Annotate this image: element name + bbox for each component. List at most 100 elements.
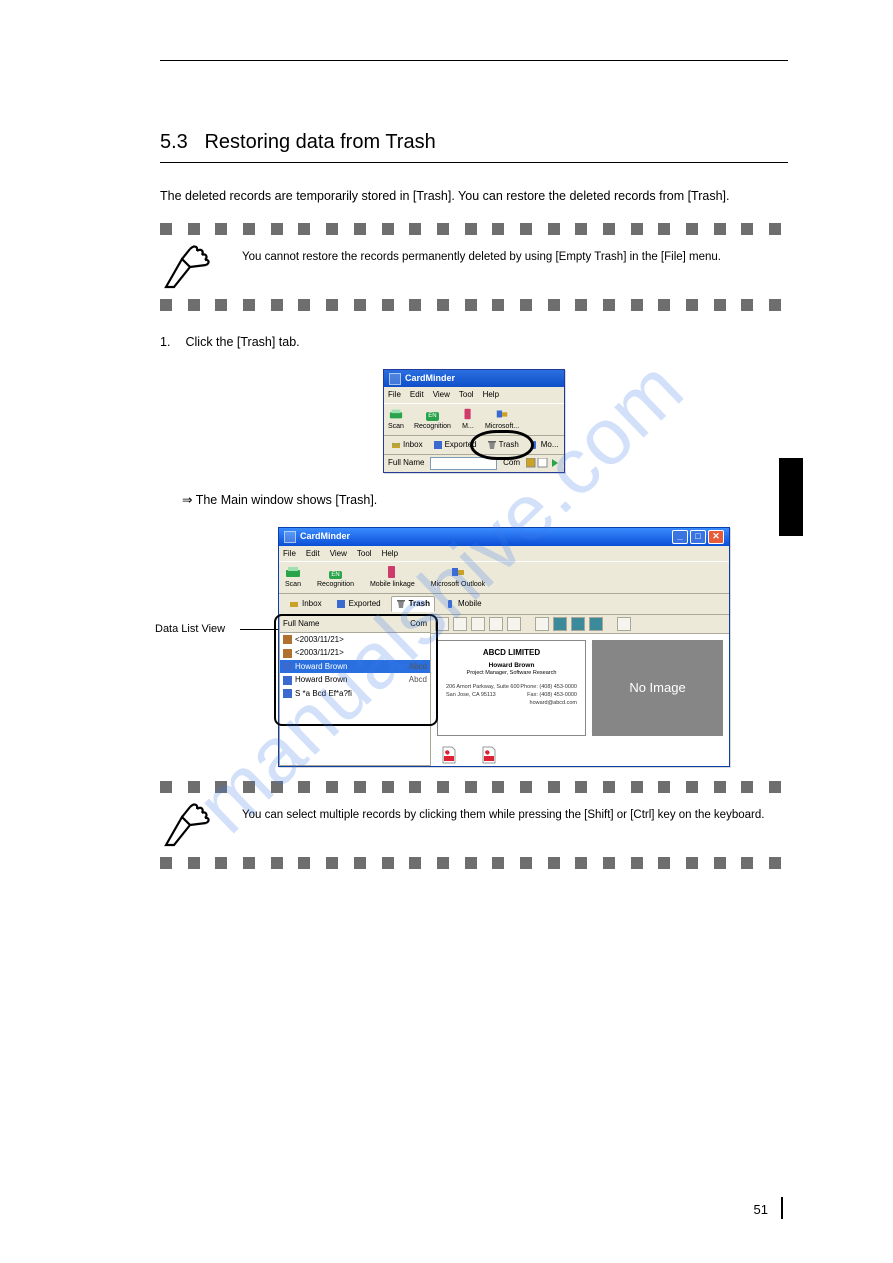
menu-view[interactable]: View <box>330 548 347 560</box>
list-item-selected[interactable]: Howard BrownAbcd <box>280 660 430 674</box>
zoom-out-icon[interactable] <box>507 617 521 631</box>
hint-2-text: You can select multiple records by click… <box>242 801 764 824</box>
card-addr1: 206 Amort Parkway, Suite 600 <box>446 684 520 692</box>
trash-icon <box>396 599 406 609</box>
imgbar-button[interactable] <box>535 617 549 631</box>
close-button[interactable]: ✕ <box>708 530 724 544</box>
row-name: <2003/11/21> <box>295 647 344 659</box>
card-fax: Fax: (408) 453-0000 <box>520 692 577 700</box>
menu-file[interactable]: File <box>388 389 401 401</box>
mock1-menubar[interactable]: File Edit View Tool Help <box>384 387 564 403</box>
image-toolbar <box>431 615 729 634</box>
business-card-back: No Image <box>592 640 723 736</box>
imgbar-button[interactable] <box>553 617 567 631</box>
list-item[interactable]: <2003/11/21> <box>280 646 430 660</box>
list-item[interactable]: <2003/11/21> <box>280 633 430 647</box>
recognition-badge: EN <box>329 571 341 580</box>
tab-trash[interactable]: Trash <box>484 438 522 452</box>
outlook-icon <box>450 565 466 579</box>
imgbar-button[interactable] <box>435 617 449 631</box>
list-item[interactable]: Howard BrownAbcd <box>280 673 430 687</box>
imgbar-button[interactable] <box>453 617 467 631</box>
tab-trash[interactable]: Trash <box>391 596 435 612</box>
mock1-tabbar: Inbox Exported Trash Mo... <box>384 436 564 455</box>
menu-file[interactable]: File <box>283 548 296 560</box>
page-number: 51 <box>754 1202 768 1217</box>
menu-edit[interactable]: Edit <box>306 548 320 560</box>
tab-exported[interactable]: Exported <box>332 597 385 611</box>
imgbar-button[interactable] <box>471 617 485 631</box>
tab-mobile[interactable]: Mo... <box>526 438 562 452</box>
tab-exported[interactable]: Exported <box>430 438 480 452</box>
status-right: Com <box>503 457 520 469</box>
device-icon <box>384 565 400 579</box>
recognition-badge: EN <box>426 412 438 421</box>
page-top-rule <box>160 60 788 61</box>
imgbar-button[interactable] <box>589 617 603 631</box>
mock1-titlebar: CardMinder <box>384 370 564 387</box>
inbox-icon <box>289 599 299 609</box>
menu-view[interactable]: View <box>433 389 450 401</box>
row-name: Howard Brown <box>295 661 347 673</box>
pdf-icon[interactable] <box>441 746 457 764</box>
pdf-icon[interactable] <box>481 746 497 764</box>
menu-tool[interactable]: Tool <box>357 548 372 560</box>
tb-scan[interactable]: Scan <box>285 565 301 590</box>
card-icon <box>283 689 292 698</box>
section-number: 5.3 <box>160 131 188 153</box>
hint-divider-top <box>160 223 788 235</box>
tb-recognition[interactable]: EN Recognition <box>414 412 451 432</box>
status-field[interactable] <box>430 457 497 470</box>
business-card-front: ABCD LIMITED Howard Brown Project Manage… <box>437 640 586 736</box>
callout-line <box>240 629 280 630</box>
card-company: ABCD LIMITED <box>446 647 577 659</box>
step-1-number: 1. <box>160 333 182 351</box>
outlook-icon <box>495 407 509 421</box>
imgbar-button[interactable] <box>571 617 585 631</box>
status-label: Full Name <box>388 457 424 469</box>
data-list-view[interactable]: Full Name Com <2003/11/21> <2003/11/21> … <box>279 615 431 766</box>
menu-edit[interactable]: Edit <box>410 389 424 401</box>
list-item[interactable]: S *a Bcd Ef*a?fi <box>280 687 430 701</box>
tab-inbox[interactable]: Inbox <box>388 438 426 452</box>
tb-recognition[interactable]: EN Recognition <box>317 571 354 591</box>
tab-inbox-label: Inbox <box>302 598 322 610</box>
zoom-in-icon[interactable] <box>489 617 503 631</box>
scanner-icon <box>285 565 301 579</box>
card-addr2: San Jose, CA 95113 <box>446 692 520 700</box>
tb-mobile[interactable]: M... <box>461 407 475 432</box>
section-heading: 5.3 Restoring data from Trash <box>160 131 788 154</box>
attachments-row <box>431 742 729 766</box>
tb-scan-label: Scan <box>388 422 404 432</box>
mock2-toolbar: Scan EN Recognition Mobile linkage Micro… <box>279 561 729 594</box>
row-name: S *a Bcd Ef*a?fi <box>295 688 352 700</box>
tb-scan[interactable]: Scan <box>388 407 404 432</box>
menu-help[interactable]: Help <box>483 389 499 401</box>
card-icon <box>283 662 292 671</box>
window-buttons: _ □ ✕ <box>672 530 724 544</box>
tb-recognition-label: Recognition <box>317 580 354 590</box>
hint-1-text: You cannot restore the records permanent… <box>242 243 721 266</box>
tb-outlook[interactable]: Microsoft... <box>485 407 519 432</box>
mock2-menubar[interactable]: File Edit View Tool Help <box>279 546 729 562</box>
mobile-icon <box>445 599 455 609</box>
mock1-title: CardMinder <box>405 372 455 385</box>
tb-recognition-label: Recognition <box>414 422 451 432</box>
screenshot-toolbar: CardMinder File Edit View Tool Help Scan… <box>383 369 565 472</box>
tb-mobile-linkage[interactable]: Mobile linkage <box>370 565 415 590</box>
card-email: howard@abcd.com <box>520 700 577 708</box>
maximize-button[interactable]: □ <box>690 530 706 544</box>
card-icon <box>283 676 292 685</box>
tb-scan-label: Scan <box>285 580 301 590</box>
menu-tool[interactable]: Tool <box>459 389 474 401</box>
minimize-button[interactable]: _ <box>672 530 688 544</box>
tb-outlook[interactable]: Microsoft Outlook <box>431 565 485 590</box>
step-1-text: Click the [Trash] tab. <box>185 335 299 349</box>
tab-inbox[interactable]: Inbox <box>285 597 326 611</box>
tab-mobile[interactable]: Mobile <box>441 597 486 611</box>
menu-help[interactable]: Help <box>382 548 398 560</box>
page-number-rule <box>781 1197 783 1219</box>
imgbar-button[interactable] <box>617 617 631 631</box>
intro-paragraph: The deleted records are temporarily stor… <box>160 187 788 205</box>
section-underline <box>160 162 788 163</box>
